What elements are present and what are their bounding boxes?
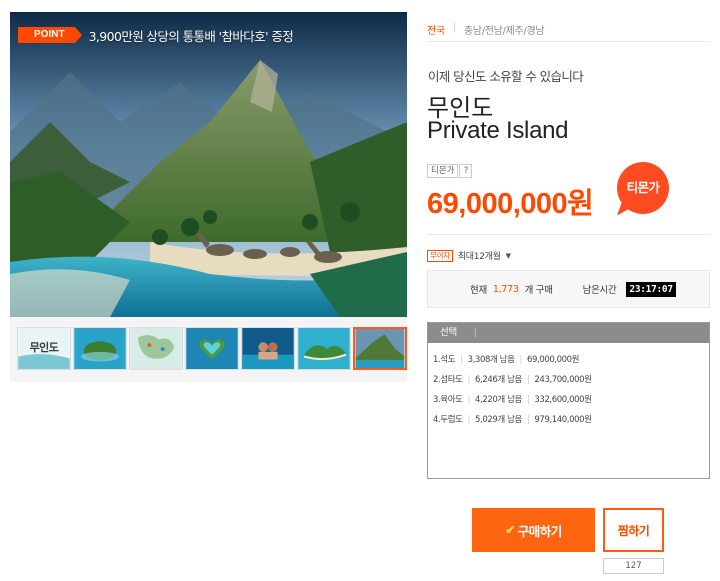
product-title-english: Private Island	[427, 117, 569, 144]
wishlist-count: 127	[603, 558, 664, 574]
region-nav-separator: |	[452, 22, 456, 33]
region-nav: 전국 | 충남/전남/제주/경남	[427, 22, 545, 37]
buy-button-label: 구매하기	[517, 524, 563, 539]
option-stock: 6,246개 남음	[475, 375, 522, 385]
wishlist-button[interactable]: 찜하기	[603, 508, 664, 552]
option-name: 4.두럽도	[433, 415, 463, 425]
thumb-island-2-image	[298, 328, 350, 369]
installment-text: 최대12개월	[457, 252, 501, 262]
option-select-label: 선택	[440, 327, 457, 338]
option-list: 1.석도 | 3,308개 남음 | 69,000,000원 2.섬타도 | 6,24…	[428, 343, 709, 430]
island-landscape-image	[10, 12, 407, 317]
thumb-heart-island[interactable]	[185, 327, 239, 370]
divider-top	[427, 41, 710, 42]
option-name: 1.석도	[433, 355, 456, 365]
option-select-header[interactable]: 선택 |	[428, 323, 709, 343]
purchase-count: 1,773	[492, 283, 519, 295]
thumb-couple[interactable]	[241, 327, 295, 370]
region-nav-regions[interactable]: 충남/전남/제주/경남	[464, 22, 545, 37]
thumb-title[interactable]: 무인도	[17, 327, 71, 370]
option-price: 243,700,000원	[534, 375, 592, 385]
option-stock: 4,220개 남음	[475, 395, 522, 405]
installment-tag: 무이자	[427, 249, 453, 262]
remaining-time-label: 남은시간	[582, 285, 617, 296]
option-price: 332,600,000원	[534, 395, 592, 405]
thumb-island-2[interactable]	[297, 327, 351, 370]
option-name: 3.육아도	[433, 395, 463, 405]
option-stock: 3,308개 남음	[467, 355, 515, 365]
check-icon: ✔	[505, 523, 515, 537]
thumbnail-strip: 무인도	[17, 327, 409, 370]
option-name: 2.섬타도	[433, 375, 463, 385]
option-price: 69,000,000원	[527, 355, 580, 365]
wishlist-button-label: 찜하기	[617, 523, 650, 538]
chevron-down-icon[interactable]: ▼	[506, 252, 511, 260]
option-item[interactable]: 4.두럽도 | 5,029개 남음 | 979,140,000원	[428, 410, 709, 430]
option-item[interactable]: 3.육아도 | 4,220개 남음 | 332,600,000원	[428, 390, 709, 410]
point-text: 3,900만원 상당의 통통배 '참바다호' 증정	[88, 28, 294, 44]
thumb-title-label: 무인도	[29, 341, 59, 354]
main-product-image[interactable]: POINT 3,900만원 상당의 통통배 '참바다호' 증정	[10, 12, 407, 317]
option-item[interactable]: 2.섬타도 | 6,246개 남음 | 243,700,000원	[428, 370, 709, 390]
region-nav-all[interactable]: 전국	[427, 22, 445, 37]
product-gallery: POINT 3,900만원 상당의 통통배 '참바다호' 증정 무인도	[10, 12, 407, 382]
thumb-heart-island-image	[186, 328, 238, 369]
thumb-map-image	[130, 328, 182, 369]
option-stock: 5,029개 남음	[475, 415, 522, 425]
thumb-island-1-image	[74, 328, 126, 369]
option-header-separator: |	[473, 327, 477, 338]
thumb-island-1[interactable]	[73, 327, 127, 370]
current-label: 현재	[470, 285, 487, 296]
purchase-status-box: 현재 1,773 개 구매 남은시간 23:17:07	[427, 270, 710, 308]
buy-button[interactable]: ✔ 구매하기	[472, 508, 595, 552]
price-help-button[interactable]: ?	[459, 164, 473, 178]
option-select-box: 선택 | 1.석도 | 3,308개 남음 | 69,000,000원 2.섬타도 |…	[427, 322, 710, 479]
thumb-mountain-image	[355, 329, 405, 368]
product-price: 69,000,000원	[427, 188, 594, 220]
thumb-couple-image	[242, 328, 294, 369]
thumb-map[interactable]	[129, 327, 183, 370]
product-subtitle: 이제 당신도 소유할 수 있습니다	[428, 69, 584, 84]
option-item[interactable]: 1.석도 | 3,308개 남음 | 69,000,000원	[428, 350, 709, 370]
point-tag: POINT	[18, 27, 82, 43]
thumb-mountain[interactable]	[353, 327, 407, 370]
price-label: 티몬가	[427, 164, 459, 178]
point-banner: POINT 3,900만원 상당의 통통배 '참바다호' 증정	[10, 20, 294, 50]
price-label-row: 티몬가 ?	[427, 164, 473, 178]
purchase-count-suffix: 개 구매	[524, 285, 553, 296]
installment-row[interactable]: 무이자 최대12개월 ▼	[427, 249, 511, 262]
countdown-timer: 23:17:07	[626, 281, 676, 297]
option-price: 979,140,000원	[534, 415, 592, 425]
price-bubble-badge: 티몬가	[617, 162, 669, 214]
divider-price	[427, 234, 710, 235]
